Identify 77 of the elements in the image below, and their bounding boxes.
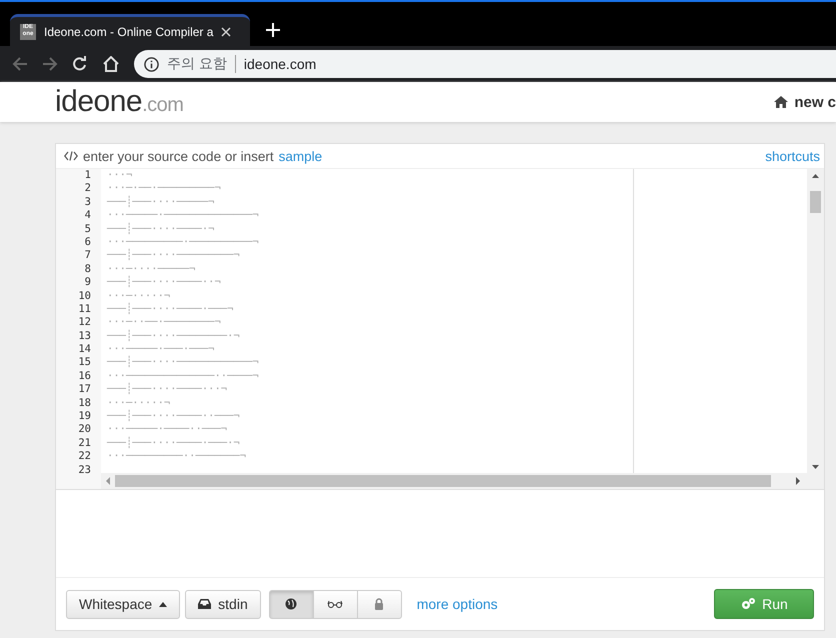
close-icon[interactable] xyxy=(221,26,232,36)
code-line: ···──────────────··────¬ xyxy=(107,370,260,382)
line-number: 10 xyxy=(77,290,92,303)
editor-prompt: enter your source code or insert xyxy=(83,148,274,164)
code-line: ───┊───····────·───¬ xyxy=(107,302,234,316)
stdin-button[interactable]: stdin xyxy=(185,590,261,618)
line-number: 3 xyxy=(84,196,92,210)
home-icon[interactable] xyxy=(102,56,120,72)
line-number: 1 xyxy=(84,169,92,182)
shortcuts-link[interactable]: shortcuts xyxy=(765,148,820,164)
code-line: ───┊───····────·───·¬ xyxy=(107,436,241,450)
line-number: 13 xyxy=(77,330,92,344)
code-line: ···─────·───·───¬ xyxy=(107,343,216,356)
security-label: 주의 요함 xyxy=(167,55,227,73)
info-icon[interactable] xyxy=(144,56,159,72)
new-tab-icon[interactable] xyxy=(266,23,280,37)
language-button[interactable]: Whitespace xyxy=(66,590,180,618)
glasses-icon xyxy=(327,600,344,608)
scrollbar-thumb[interactable] xyxy=(810,191,821,213)
line-number: 12 xyxy=(77,316,92,330)
code-line: ···─··──·────────¬ xyxy=(107,316,222,330)
forward-icon[interactable] xyxy=(42,56,58,72)
line-number: 17 xyxy=(77,383,92,397)
gears-icon xyxy=(740,597,756,611)
back-icon[interactable] xyxy=(12,56,28,72)
code-line: ···─····─────¬ xyxy=(107,262,197,276)
site-logo[interactable]: ideone.com xyxy=(55,85,184,119)
code-line: ···─·····¬ xyxy=(107,290,172,302)
line-number: 15 xyxy=(77,356,92,370)
line-number: 8 xyxy=(84,262,92,276)
code-line: ───┊───····────────·¬ xyxy=(107,330,241,344)
nav-link[interactable]: new c xyxy=(794,94,836,110)
code-line: ───┊───····────··───¬ xyxy=(107,410,241,424)
url-text: ideone.com xyxy=(244,56,316,72)
code-line: ───┊───····────···¬ xyxy=(107,383,228,397)
home-icon xyxy=(774,96,788,108)
caret-icon xyxy=(159,602,168,606)
line-number: 16 xyxy=(77,370,92,384)
code-line: ───┊───····────·¬ xyxy=(107,222,216,236)
scrollbar-thumb[interactable] xyxy=(115,475,771,487)
line-number: 14 xyxy=(77,343,92,356)
globe-icon xyxy=(285,598,298,610)
reload-icon[interactable] xyxy=(72,56,88,72)
line-number: 9 xyxy=(84,276,92,290)
line-number: 23 xyxy=(77,464,92,477)
visibility-toggle[interactable] xyxy=(268,590,314,618)
tab-title: Ideone.com - Online Compiler a xyxy=(44,24,214,38)
line-number: 6 xyxy=(84,236,92,250)
code-line: ···¬ xyxy=(107,169,134,182)
line-number: 22 xyxy=(77,450,92,464)
code-line: ···─────·────··───¬ xyxy=(107,423,228,436)
inbox-icon xyxy=(198,599,212,609)
sample-link[interactable]: sample xyxy=(278,148,322,164)
line-number: 20 xyxy=(77,423,92,437)
line-number: 21 xyxy=(77,436,92,450)
line-number: 11 xyxy=(77,302,92,316)
lock-icon xyxy=(374,598,384,610)
code-line: ───┊───····─────¬ xyxy=(107,196,216,210)
code-line: ···─────────··───────¬ xyxy=(107,450,248,464)
code-icon xyxy=(64,151,78,161)
visibility-toggle[interactable] xyxy=(356,590,402,618)
line-number: 18 xyxy=(77,396,92,410)
code-line: ───┊───····────────────¬ xyxy=(107,356,260,370)
line-number: 19 xyxy=(77,410,92,424)
line-number: 2 xyxy=(84,182,92,196)
line-number: 5 xyxy=(84,222,92,236)
visibility-toggle[interactable] xyxy=(312,590,358,618)
code-line: ···─·──·─────────¬ xyxy=(107,182,222,196)
code-line: ···─·····¬ xyxy=(107,396,172,410)
line-number: 7 xyxy=(84,249,92,263)
address-bar[interactable]: 주의 요함 ideone.com xyxy=(134,50,836,78)
code-line: ···─────·──────────────¬ xyxy=(107,209,260,222)
code-line: ───┊───····─────────¬ xyxy=(107,249,241,263)
code-line: ───┊───····────··¬ xyxy=(107,276,222,290)
more-options-link[interactable]: more options xyxy=(416,596,709,612)
line-number: 4 xyxy=(84,209,92,223)
code-line: ···─────────·──────────¬ xyxy=(107,236,260,248)
